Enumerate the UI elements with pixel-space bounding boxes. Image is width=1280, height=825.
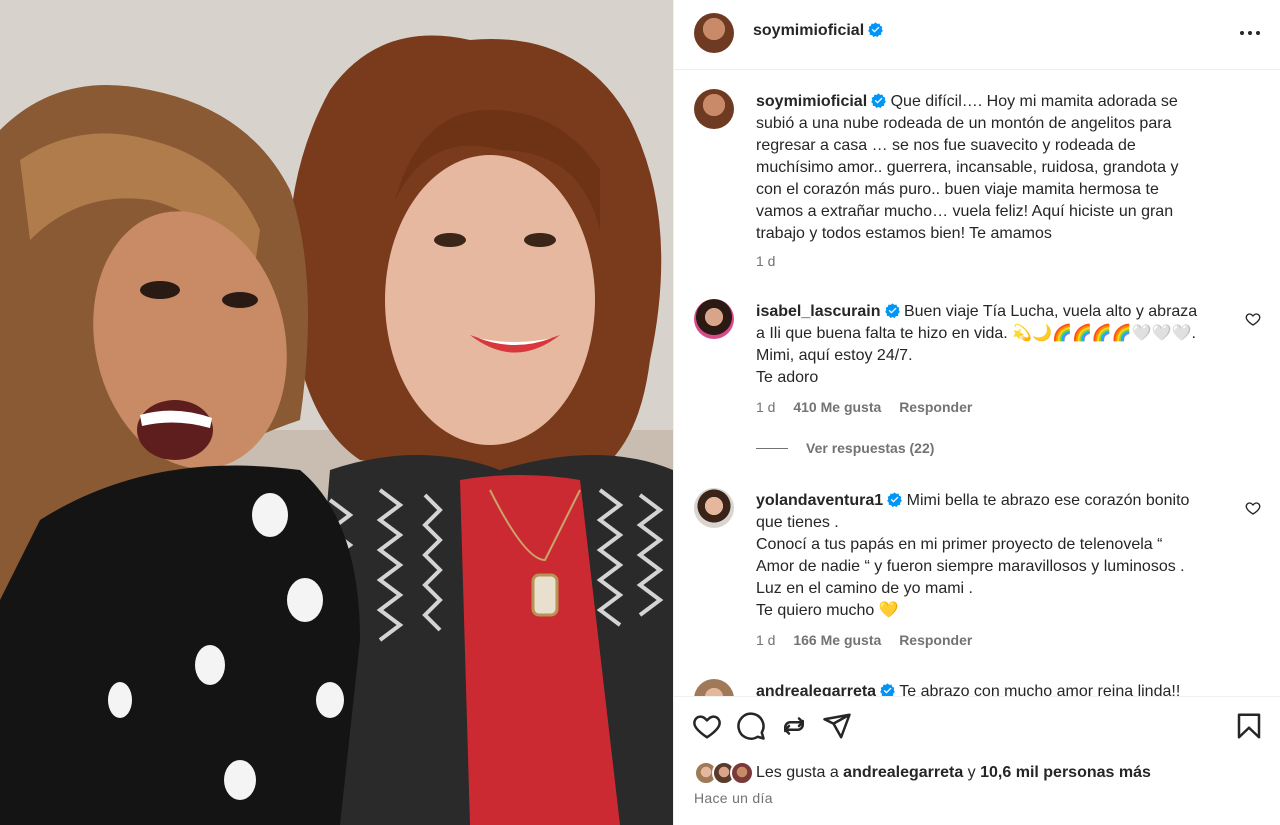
comment-avatar[interactable] [694,299,734,339]
comment-line: Mimi, aquí estoy 24/7. [756,347,913,364]
author-avatar[interactable] [694,13,734,53]
caption-age[interactable]: 1 d [756,253,775,269]
comment-username[interactable]: andrealegarreta [756,683,876,696]
reply-button[interactable]: Responder [899,632,972,648]
comment-avatar[interactable] [694,679,734,696]
send-icon[interactable] [822,711,852,741]
comment-text: yolandaventura1 Mimi bella te abrazo ese… [756,490,1234,622]
verified-icon [887,492,903,507]
heart-icon[interactable] [1245,500,1261,516]
comment-line: Te adoro [756,369,819,386]
comment-text: isabel_lascurain Buen viaje Tía Lucha, v… [756,301,1234,389]
likes-user[interactable]: andrealegarreta [843,764,963,781]
comment-text: andrealegarreta Te abrazo con mucho amor… [756,681,1234,696]
view-replies-line [756,447,788,449]
comment-line: Mimi bella te abrazo ese corazón bonito [906,492,1190,509]
comment-username[interactable]: yolandaventura1 [756,492,883,509]
post-time[interactable]: Hace un día [694,790,773,806]
verified-icon [880,683,895,696]
caption-line: con el corazón más puro.. buen viaje mam… [756,181,1159,198]
comment-line: a Ili que buena falta te hizo en vida. 💫… [756,325,1196,342]
comment-age[interactable]: 1 d [756,399,775,415]
comment-avatar[interactable] [694,488,734,528]
caption-line: vamos a extrañar mucho… vuela feliz! Aqu… [756,203,1174,220]
comment-age[interactable]: 1 d [756,632,775,648]
caption-meta: 1 d [756,253,789,269]
caption-username[interactable]: soymimioficial [756,93,867,110]
comment-line: Luz en el camino de yo mami . [756,580,973,597]
heart-icon[interactable] [692,711,722,741]
caption-line: trabajo y todos estamos bien! Te amamos [756,225,1052,242]
liker-avatar [730,761,754,785]
likes-summary[interactable]: Les gusta a andrealegarreta y 10,6 mil p… [694,761,1151,785]
author-username[interactable]: soymimioficial [753,22,884,40]
bookmark-icon[interactable] [1234,711,1264,741]
caption-text: soymimioficial Que difícil…. Hoy mi mami… [756,91,1234,245]
comment-icon[interactable] [736,711,766,741]
comment-likes[interactable]: 410 Me gusta [793,399,881,415]
view-replies-button[interactable]: Ver respuestas (22) [756,440,934,456]
heart-icon[interactable] [1245,311,1261,327]
caption-line: subió a una nube rodeada de un montón de… [756,115,1172,132]
share-icon[interactable] [779,711,809,741]
author-username-text[interactable]: soymimioficial [753,22,864,39]
caption-avatar[interactable] [694,89,734,129]
comment-line: Te abrazo con mucho amor reina linda!! [899,683,1181,696]
comment-likes[interactable]: 166 Me gusta [793,632,881,648]
comments-list[interactable]: soymimioficial Que difícil…. Hoy mi mami… [674,71,1280,696]
likes-prefix: Les gusta a [756,764,844,781]
comment-meta: 1 d 410 Me gusta Responder [756,399,986,415]
comment-meta: 1 d 166 Me gusta Responder [756,632,986,648]
comment-line: Buen viaje Tía Lucha, vuela alto y abraz… [903,303,1198,320]
view-replies-label[interactable]: Ver respuestas (22) [806,440,934,456]
comment-line: que tienes . [756,514,839,531]
verified-icon [884,303,900,318]
post-header: soymimioficial [674,0,1280,70]
post-actions: Les gusta a andrealegarreta y 10,6 mil p… [674,696,1280,825]
reply-button[interactable]: Responder [899,399,972,415]
caption-line: muchísimo amor.. guerrera, incansable, r… [756,159,1179,176]
caption-line: regresar a casa … se nos fue suavecito y… [756,137,1136,154]
verified-icon [868,22,884,37]
comment-line: Conocí a tus papás en mi primer proyecto… [756,536,1163,553]
comment-username[interactable]: isabel_lascurain [756,303,881,320]
photo-illustration [0,0,673,825]
likes-count[interactable]: 10,6 mil personas más [980,764,1151,781]
likes-text: Les gusta a andrealegarreta y 10,6 mil p… [756,764,1151,782]
verified-icon [871,93,887,108]
likers-avatars [694,761,754,785]
instagram-post-view: soymimioficial soymimioficial Que difíci… [0,0,1280,825]
more-icon[interactable] [1239,25,1261,41]
comment-line: Te quiero mucho 💛 [756,602,899,619]
likes-connector: y [963,764,981,781]
caption-line: Que difícil…. Hoy mi mamita adorada se [890,93,1178,110]
post-details-panel: soymimioficial soymimioficial Que difíci… [673,0,1280,825]
comment-line: Amor de nadie “ y fueron siempre maravil… [756,558,1185,575]
post-photo[interactable] [0,0,673,825]
